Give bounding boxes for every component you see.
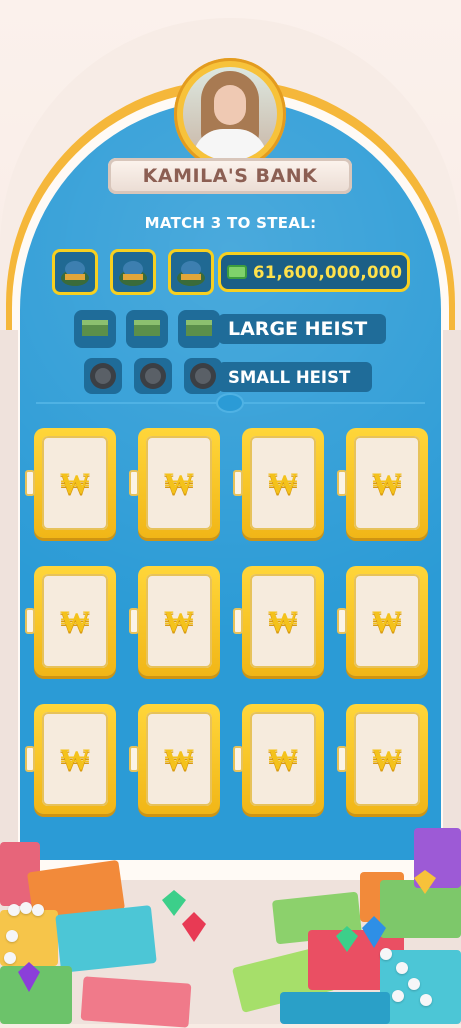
- cash-pile-icon: [380, 950, 461, 1024]
- gem-icon: [18, 962, 40, 992]
- monopoly-logo-icon: ₩: [60, 741, 90, 777]
- cash-stack-icon: [227, 265, 247, 279]
- match-instruction: MATCH 3 TO STEAL:: [144, 214, 317, 232]
- gem-icon: [414, 870, 436, 894]
- coin-slot: [134, 358, 172, 394]
- pearl-icon: [20, 902, 32, 914]
- pearl-icon: [32, 904, 44, 916]
- safe-icon-slot: [52, 249, 98, 295]
- monopoly-logo-icon: ₩: [268, 741, 298, 777]
- pearl-icon: [8, 904, 20, 916]
- cash-pile-icon: [280, 992, 390, 1024]
- bank-title: KAMILA'S BANK: [108, 158, 352, 194]
- left-pillar: [0, 330, 18, 890]
- vault-door[interactable]: ₩: [233, 704, 324, 814]
- top-reward-bar: 61,600,000,000: [218, 252, 410, 292]
- vault-door[interactable]: ₩: [337, 704, 428, 814]
- coin-icon: [140, 363, 166, 389]
- monopoly-logo-icon: ₩: [164, 741, 194, 777]
- monopoly-logo-icon: ₩: [60, 465, 90, 501]
- cash-bundle-slot: [74, 310, 116, 348]
- vault-door[interactable]: ₩: [233, 566, 324, 676]
- gem-icon: [362, 916, 386, 948]
- coin-slot: [184, 358, 222, 394]
- monopoly-logo-icon: ₩: [164, 465, 194, 501]
- avatar: [183, 67, 277, 161]
- safe-icon: [119, 261, 147, 286]
- large-heist-label: LARGE HEIST: [218, 314, 386, 344]
- safe-icon-slot: [110, 249, 156, 295]
- safe-icon: [177, 261, 205, 286]
- cash-bundle-icon: [134, 320, 160, 336]
- monopoly-logo-icon: ₩: [164, 603, 194, 639]
- monopoly-logo-icon: ₩: [60, 603, 90, 639]
- monopoly-logo-icon: ₩: [372, 741, 402, 777]
- small-heist-label: SMALL HEIST: [218, 362, 372, 392]
- pearl-icon: [4, 952, 16, 964]
- vault-door[interactable]: ₩: [129, 704, 220, 814]
- vault-door[interactable]: ₩: [129, 428, 220, 538]
- vault-door[interactable]: ₩: [129, 566, 220, 676]
- vault-door[interactable]: ₩: [25, 428, 116, 538]
- gem-icon: [182, 912, 206, 942]
- vault-door[interactable]: ₩: [25, 704, 116, 814]
- cash-pile-icon: [80, 976, 192, 1028]
- vault-door[interactable]: ₩: [337, 428, 428, 538]
- pearl-icon: [420, 994, 432, 1006]
- coin-icon: [90, 363, 116, 389]
- monopoly-logo-icon: ₩: [372, 603, 402, 639]
- pearl-icon: [396, 962, 408, 974]
- cash-bundle-slot: [178, 310, 220, 348]
- divider-emblem-icon: [216, 393, 244, 413]
- monopoly-logo-icon: ₩: [268, 603, 298, 639]
- vault-door[interactable]: ₩: [233, 428, 324, 538]
- right-pillar: [443, 330, 461, 890]
- coin-icon: [190, 363, 216, 389]
- pearl-icon: [6, 930, 18, 942]
- cash-bundle-icon: [82, 320, 108, 336]
- vault-door[interactable]: ₩: [337, 566, 428, 676]
- vault-door[interactable]: ₩: [25, 566, 116, 676]
- cash-pile-icon: [55, 905, 157, 973]
- monopoly-logo-icon: ₩: [372, 465, 402, 501]
- safe-icon: [61, 261, 89, 286]
- top-reward-amount: 61,600,000,000: [253, 262, 403, 282]
- monopoly-logo-icon: ₩: [268, 465, 298, 501]
- pearl-icon: [380, 948, 392, 960]
- cash-bundle-icon: [186, 320, 212, 336]
- coin-slot: [84, 358, 122, 394]
- cash-bundle-slot: [126, 310, 168, 348]
- pearl-icon: [392, 990, 404, 1002]
- pearl-icon: [408, 978, 420, 990]
- safe-icon-slot: [168, 249, 214, 295]
